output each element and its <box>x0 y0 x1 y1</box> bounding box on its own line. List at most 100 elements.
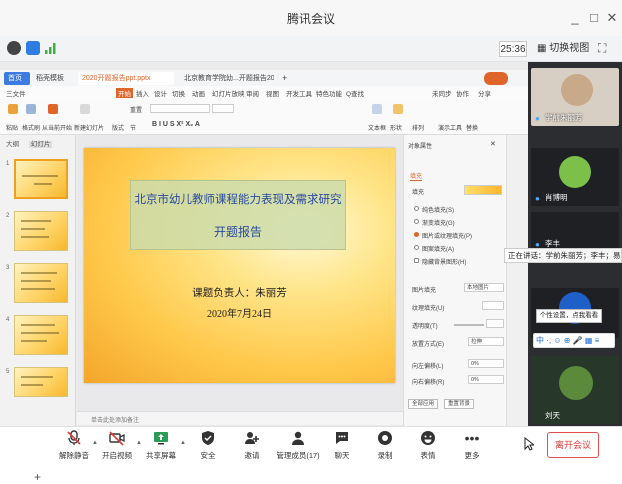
menu-transition[interactable]: 切换 <box>172 88 185 98</box>
menu-find[interactable]: Q查找 <box>346 88 364 98</box>
account-badge[interactable] <box>484 72 508 85</box>
maximize-button[interactable]: □ <box>585 9 603 27</box>
reactions-button[interactable]: 表情 <box>408 430 448 464</box>
offset-right-field[interactable]: 0% <box>468 375 504 384</box>
picture-fill-select[interactable]: 本地图片 <box>464 283 504 292</box>
signal-icon[interactable] <box>44 41 58 55</box>
wps-doc-tab-active[interactable]: 2020开题报告ppt.pptx <box>78 72 174 85</box>
slide-thumbnail[interactable] <box>14 367 68 397</box>
menu-home[interactable]: 开始 <box>116 88 133 98</box>
slides-tab[interactable]: 幻灯片 <box>28 141 53 148</box>
share-screen-button[interactable]: 共享屏幕 <box>141 430 181 464</box>
manage-members-button[interactable]: 管理成员(17) <box>274 430 322 464</box>
fullscreen-icon[interactable]: ⛶ <box>598 41 610 55</box>
shapes-label[interactable]: 形状 <box>390 123 402 132</box>
menu-insert[interactable]: 插入 <box>136 88 149 98</box>
slide-canvas: 北京市幼儿教师课程能力表现及需求研究 开题报告 课题负责人：朱丽芳 2020年7… <box>77 135 403 426</box>
start-video-button[interactable]: 开启视频 <box>97 430 137 464</box>
transparency-label: 透明度(T) <box>412 324 438 330</box>
textbox-label[interactable]: 文本框 <box>368 123 386 132</box>
shapes-icon[interactable] <box>393 104 403 114</box>
participant-tile[interactable]: ● 学前朱丽芳 <box>531 68 619 126</box>
slide-thumbnail[interactable] <box>14 159 68 199</box>
menu-review[interactable]: 审阅 <box>246 88 259 98</box>
wps-home-tab[interactable]: 首页 <box>4 72 30 85</box>
panel-close-icon[interactable]: ✕ <box>490 140 496 148</box>
offset-left-field[interactable]: 0% <box>468 359 504 368</box>
wps-doc-tab[interactable]: 北京教育学院幼...开题报告2020 <box>180 72 274 85</box>
slide-thumbnail[interactable] <box>14 315 68 355</box>
minimize-button[interactable]: _ <box>566 9 584 27</box>
personalize-tooltip[interactable]: 个性设置，点我看看 <box>536 309 602 323</box>
menu-file[interactable]: 三文件 <box>6 88 26 98</box>
leave-meeting-button[interactable]: 离开会议 <box>547 432 599 458</box>
add-slide-button[interactable]: + <box>34 471 41 483</box>
input-method-toolbar[interactable]: 中 ·, ☺ ⊕ 🎤 ▦ ≡ <box>533 333 615 348</box>
close-button[interactable]: ✕ <box>603 9 621 27</box>
format-painter-label[interactable]: 格式刷 <box>22 123 40 132</box>
slide-thumbnail[interactable] <box>14 211 68 251</box>
format-buttons[interactable]: B I U S X² X₂ A <box>152 121 200 128</box>
paste-label[interactable]: 粘贴 <box>6 123 18 132</box>
presentation-tools-label[interactable]: 演示工具 <box>438 123 462 132</box>
menu-features[interactable]: 特色功能 <box>316 88 342 98</box>
menu-animation[interactable]: 动画 <box>192 88 205 98</box>
current-slide[interactable]: 北京市幼儿教师课程能力表现及需求研究 开题报告 课题负责人：朱丽芳 2020年7… <box>84 148 395 383</box>
menu-share[interactable]: 分享 <box>478 88 491 98</box>
textbox-icon[interactable] <box>372 104 382 114</box>
switch-view-button[interactable]: ▦ 切换视图 <box>537 41 589 57</box>
participant-tile[interactable]: ● 肖博明 <box>531 148 619 206</box>
shield-icon[interactable] <box>26 41 40 55</box>
format-painter-icon[interactable] <box>26 104 36 114</box>
info-icon[interactable] <box>7 41 21 55</box>
right-tool-strip[interactable] <box>506 135 528 426</box>
outline-tab[interactable]: 大纲 <box>6 141 19 148</box>
unmute-button[interactable]: 解除静音 <box>54 430 94 464</box>
replace-label[interactable]: 替换 <box>466 123 478 132</box>
apply-all-button[interactable]: 全部应用 <box>408 399 439 409</box>
record-button[interactable]: 录制 <box>365 430 405 464</box>
menu-view[interactable]: 视图 <box>266 88 279 98</box>
menu-unsynced[interactable]: 未同步 <box>432 88 452 98</box>
fill-color-swatch[interactable] <box>464 185 502 195</box>
fill-tab[interactable]: 填充 <box>410 171 423 181</box>
participant-tile[interactable]: 刘天 <box>531 356 619 424</box>
new-slide-icon[interactable] <box>80 104 90 114</box>
chevron-up-icon[interactable]: ▲ <box>180 440 186 446</box>
paste-icon[interactable] <box>8 104 18 114</box>
transparency-slider[interactable] <box>454 324 484 326</box>
menu-slideshow[interactable]: 幻灯片放映 <box>212 88 245 98</box>
fill-option-radio[interactable] <box>414 245 419 250</box>
reset-background-button[interactable]: 重置背景 <box>444 399 475 409</box>
arrange-label[interactable]: 排列 <box>412 123 424 132</box>
slide-title-box[interactable]: 北京市幼儿教师课程能力表现及需求研究 开题报告 <box>130 180 346 250</box>
hide-background-checkbox[interactable] <box>414 258 419 263</box>
slide-thumbnail[interactable] <box>14 263 68 303</box>
placement-select[interactable]: 拉伸 <box>468 337 504 346</box>
participant-tile[interactable]: ● 李丰 <box>531 212 619 252</box>
notes-bar[interactable]: 单击此处添加备注 <box>77 411 403 425</box>
security-button[interactable]: 安全 <box>188 430 228 464</box>
new-slide-label[interactable]: 新建幻灯片 <box>74 123 104 132</box>
reset-label[interactable]: 重置 <box>130 105 142 114</box>
layout-label[interactable]: 版式 <box>112 123 124 132</box>
menu-collaborate[interactable]: 协作 <box>456 88 469 98</box>
menu-design[interactable]: 设计 <box>154 88 167 98</box>
fill-option-label: 图案填充(A) <box>422 247 454 253</box>
play-from-current-label[interactable]: 从当前开始 <box>42 123 72 132</box>
font-size-select[interactable] <box>212 104 234 113</box>
menu-developer[interactable]: 开发工具 <box>286 88 312 98</box>
section-label[interactable]: 节 <box>130 123 136 132</box>
fill-option-radio[interactable] <box>414 219 419 224</box>
play-from-current-icon[interactable] <box>48 104 58 114</box>
more-button[interactable]: ••• 更多 <box>452 430 492 464</box>
transparency-field[interactable] <box>486 319 504 328</box>
texture-fill-select[interactable] <box>482 301 504 310</box>
chat-button[interactable]: 聊天 <box>322 430 362 464</box>
fill-option-radio-selected[interactable] <box>414 232 419 237</box>
new-tab-button[interactable]: + <box>278 72 288 85</box>
font-family-select[interactable] <box>150 104 210 113</box>
fill-option-radio[interactable] <box>414 206 419 211</box>
wps-template-tab[interactable]: 稻壳模板 <box>32 72 70 85</box>
invite-button[interactable]: 邀请 <box>232 430 272 464</box>
